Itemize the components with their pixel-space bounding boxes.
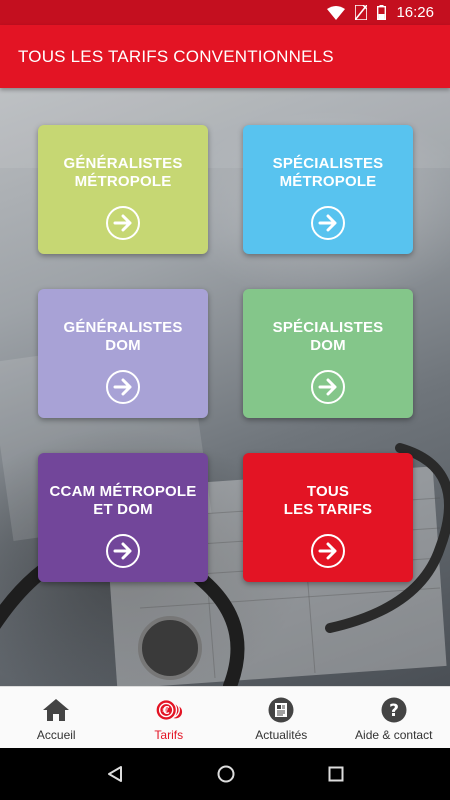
bottom-navigation: Accueil € Tarifs Actualités ? Aide & con… [0,686,450,748]
nav-label: Tarifs [154,728,184,742]
nav-label: Actualités [255,728,308,742]
tile-label-line1: SPÉCIALISTES [272,319,384,336]
back-icon[interactable] [106,765,124,783]
page-title: TOUS LES TARIFS CONVENTIONNELS [18,46,334,66]
arrow-right-circle-icon [311,534,345,568]
nav-label: Accueil [36,728,76,742]
svg-text:€: € [161,705,169,717]
nav-item-actualites[interactable]: Actualités [225,687,338,748]
tile-label-line2: DOM [105,337,141,354]
arrow-right-circle-icon [106,370,140,404]
arrow-right-circle-icon [311,370,345,404]
tile-label-line2: MÉTROPOLE [279,173,377,190]
battery-icon [377,5,387,20]
tile-label-line1: GÉNÉRALISTES [63,319,183,336]
tiles-grid: GÉNÉRALISTES MÉTROPOLE SPÉCIALISTES MÉTR… [0,88,450,686]
tile-label-line2: LES TARIFS [283,501,373,518]
nav-item-tarifs[interactable]: € Tarifs [113,687,226,748]
tile-specialistes-metropole[interactable]: SPÉCIALISTES MÉTROPOLE [243,125,413,254]
clock: 16:26 [396,4,434,21]
tile-label-line1: TOUS [306,483,350,500]
tile-label-line2: DOM [310,337,346,354]
tile-label-line1: CCAM MÉTROPOLE [49,483,197,500]
arrow-right-circle-icon [311,206,345,240]
newspaper-icon [267,696,295,724]
help-icon: ? [380,696,408,724]
tile-label-line2: ET DOM [93,501,153,518]
tile-generalistes-dom[interactable]: GÉNÉRALISTES DOM [38,289,208,418]
tile-ccam-metropole-dom[interactable]: CCAM MÉTROPOLE ET DOM [38,453,208,582]
tile-label-line2: MÉTROPOLE [74,173,172,190]
nav-item-aide-contact[interactable]: ? Aide & contact [338,687,450,748]
arrow-right-circle-icon [106,206,140,240]
tile-tous-les-tarifs[interactable]: TOUS LES TARIFS [243,453,413,582]
tile-specialistes-dom[interactable]: SPÉCIALISTES DOM [243,289,413,418]
nav-item-accueil[interactable]: Accueil [0,687,113,748]
tile-label-line1: GÉNÉRALISTES [63,155,183,172]
system-navigation-bar [0,748,450,800]
euro-coins-icon: € [154,696,183,724]
recents-icon[interactable] [328,766,344,782]
svg-text:?: ? [389,701,399,721]
home-icon [42,696,70,724]
status-bar: 16:26 [0,0,450,25]
app-bar: TOUS LES TARIFS CONVENTIONNELS [0,25,450,88]
wifi-icon [327,5,346,20]
no-sim-icon [355,5,368,20]
nav-label: Aide & contact [355,728,433,742]
tile-generalistes-metropole[interactable]: GÉNÉRALISTES MÉTROPOLE [38,125,208,254]
home-circle-icon[interactable] [217,765,235,783]
arrow-right-circle-icon [106,534,140,568]
tile-label-line1: SPÉCIALISTES [272,155,384,172]
